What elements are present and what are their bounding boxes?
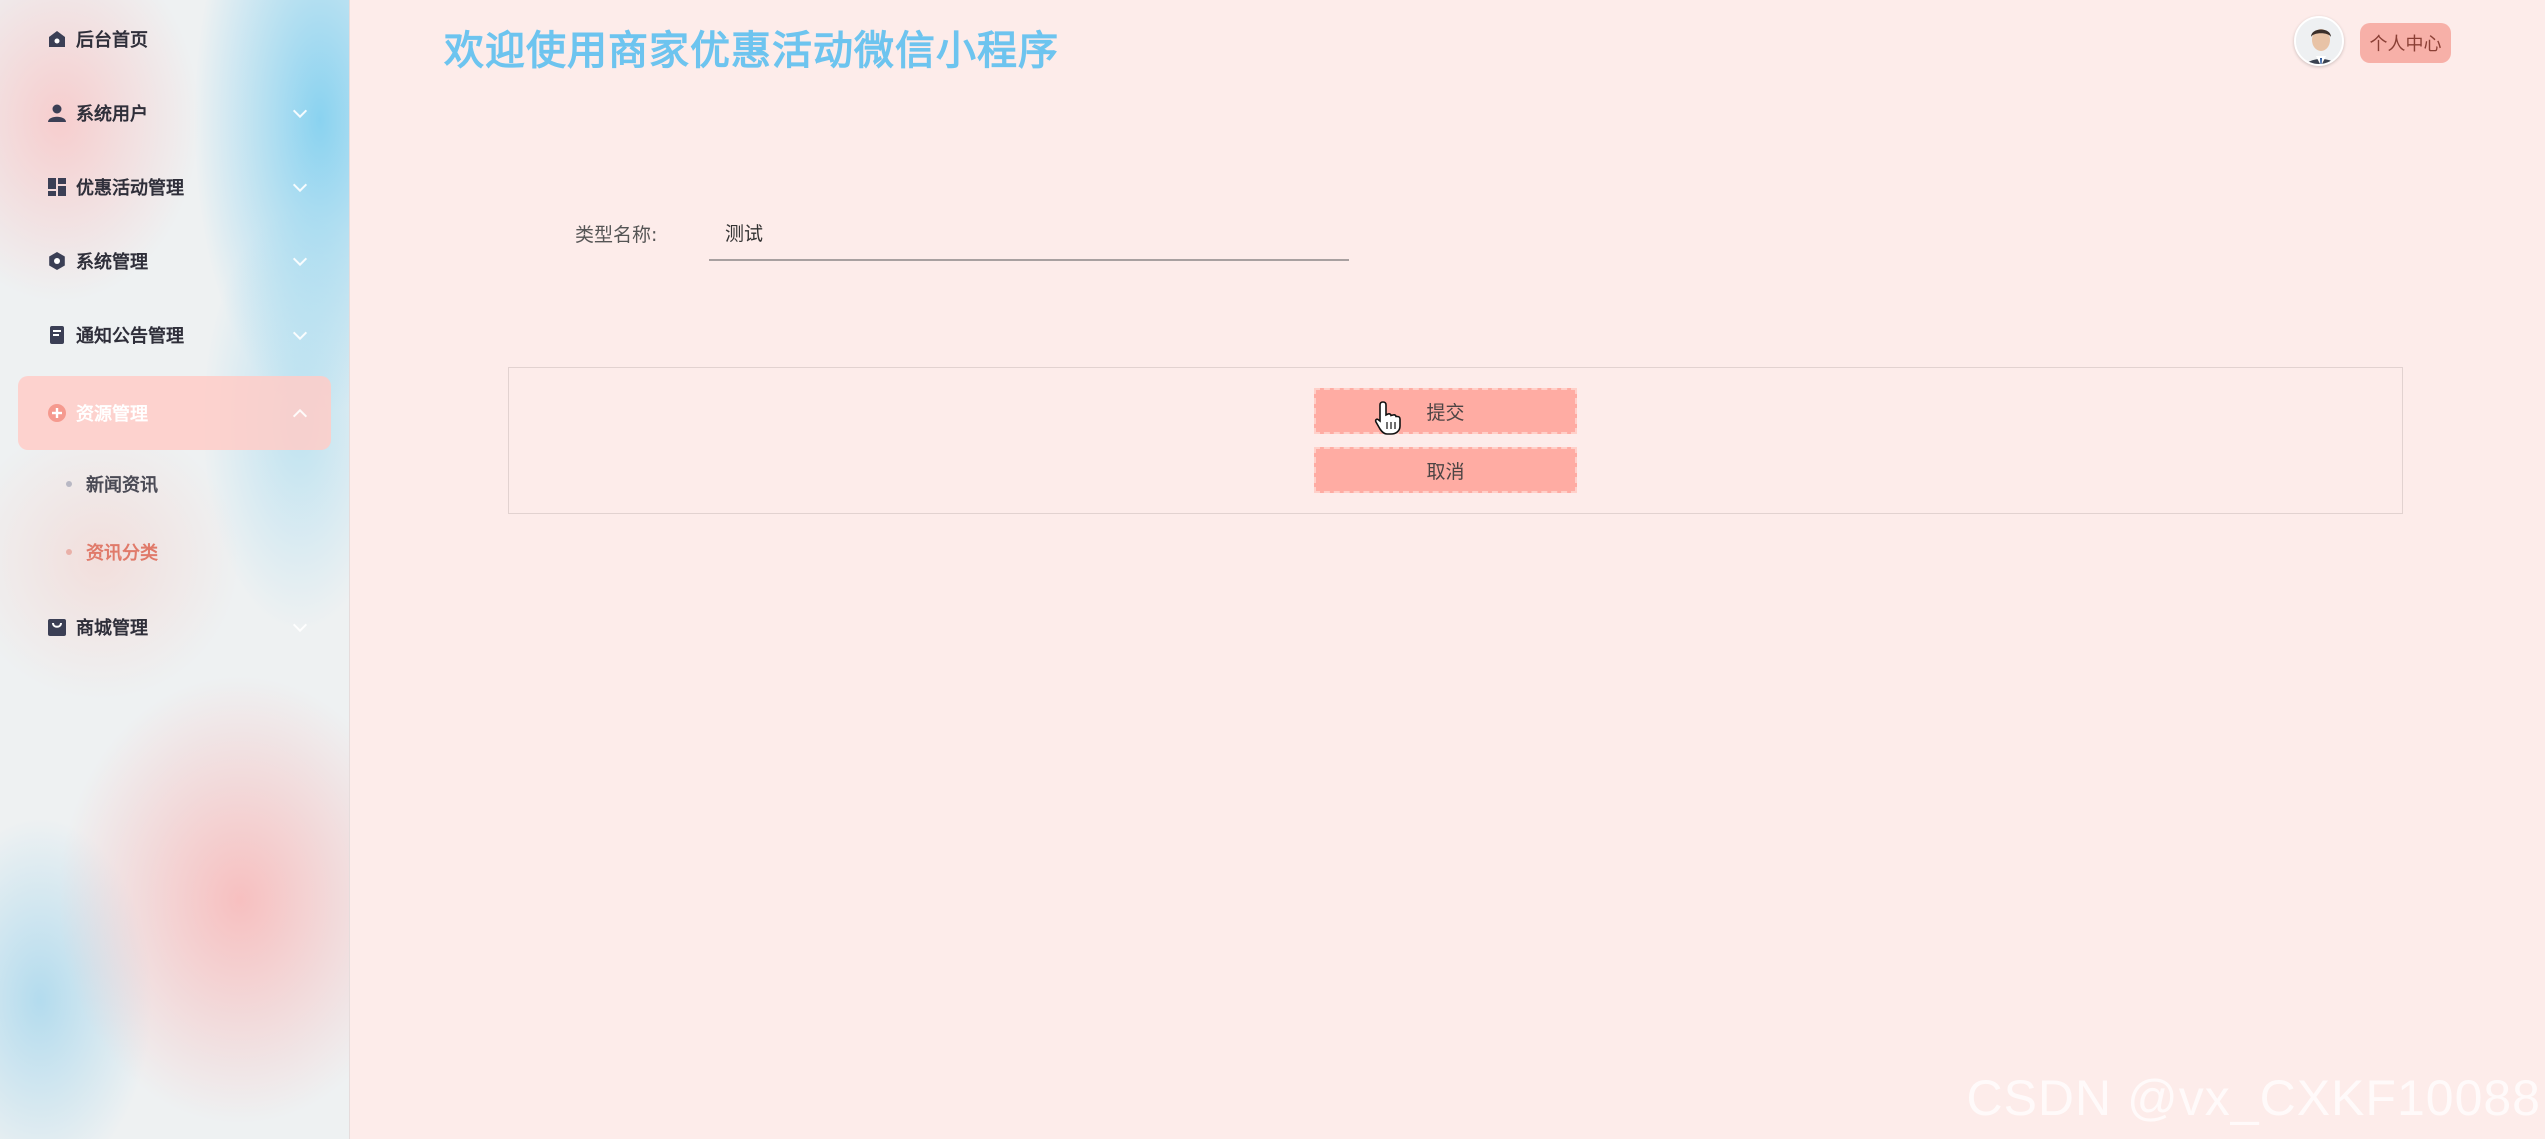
watermark: CSDN @vx_CXKF10088 <box>1966 1070 2541 1126</box>
plus-circle-icon <box>46 402 68 424</box>
sidebar-item-label: 系统用户 <box>76 104 148 125</box>
sidebar-item-label: 资源管理 <box>76 404 148 425</box>
sidebar-item-promotions[interactable]: 优惠活动管理 <box>18 150 331 224</box>
sidebar-subitem-news[interactable]: 新闻资讯 <box>0 450 349 518</box>
document-icon <box>46 324 68 346</box>
chevron-up-icon <box>292 408 308 424</box>
dashboard-icon <box>46 176 68 198</box>
sidebar-item-shop[interactable]: 商城管理 <box>18 590 331 664</box>
chevron-down-icon <box>292 103 308 119</box>
type-name-form-item: 类型名称: <box>575 205 1349 261</box>
home-icon <box>46 28 68 50</box>
chevron-down-icon <box>292 325 308 341</box>
user-portrait-icon <box>2296 18 2342 64</box>
type-name-label: 类型名称: <box>575 223 658 246</box>
profile-center-button[interactable]: 个人中心 <box>2360 23 2451 63</box>
sidebar-item-label: 后台首页 <box>76 30 148 51</box>
gear-icon <box>46 250 68 272</box>
sidebar-subitem-news-category[interactable]: 资讯分类 <box>0 518 349 586</box>
bullet-icon <box>66 549 72 555</box>
sidebar-submenu: 新闻资讯 资讯分类 <box>0 450 349 586</box>
page-title: 欢迎使用商家优惠活动微信小程序 <box>444 28 1059 74</box>
sidebar-subitem-label: 资讯分类 <box>86 543 158 564</box>
app-root: 后台首页 系统用户 优惠活动管理 系统管理 通知公告管理 资源管理 新闻资讯 资… <box>0 0 2545 1139</box>
cancel-button[interactable]: 取消 <box>1314 447 1577 493</box>
chevron-down-icon <box>292 617 308 633</box>
submit-button[interactable]: 提交 <box>1314 388 1577 434</box>
form-actions: 提交 取消 <box>508 367 2403 514</box>
sidebar-subitem-label: 新闻资讯 <box>86 475 158 496</box>
shop-icon <box>46 616 68 638</box>
avatar[interactable] <box>2294 16 2344 66</box>
bullet-icon <box>66 481 72 487</box>
type-name-input[interactable] <box>709 205 1349 261</box>
sidebar-menu: 后台首页 系统用户 优惠活动管理 系统管理 通知公告管理 资源管理 新闻资讯 资… <box>0 2 349 664</box>
sidebar-item-label: 系统管理 <box>76 252 148 273</box>
sidebar-item-label: 商城管理 <box>76 618 148 639</box>
chevron-down-icon <box>292 251 308 267</box>
user-icon <box>46 102 68 124</box>
chevron-down-icon <box>292 177 308 193</box>
sidebar-item-home[interactable]: 后台首页 <box>18 2 331 76</box>
sidebar-item-notices[interactable]: 通知公告管理 <box>18 298 331 372</box>
sidebar-submenu-list: 新闻资讯 资讯分类 <box>0 450 349 586</box>
sidebar-item-system-users[interactable]: 系统用户 <box>18 76 331 150</box>
sidebar: 后台首页 系统用户 优惠活动管理 系统管理 通知公告管理 资源管理 新闻资讯 资… <box>0 0 350 1139</box>
sidebar-item-system-settings[interactable]: 系统管理 <box>18 224 331 298</box>
sidebar-item-label: 通知公告管理 <box>76 326 184 347</box>
sidebar-item-resources[interactable]: 资源管理 <box>18 376 331 450</box>
sidebar-item-label: 优惠活动管理 <box>76 178 184 199</box>
